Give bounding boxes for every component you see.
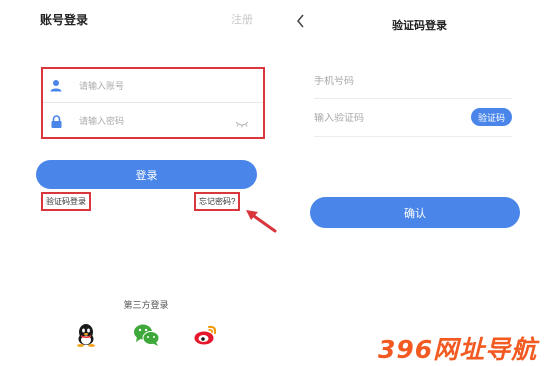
account-input[interactable]: [79, 80, 219, 91]
weibo-icon[interactable]: [193, 322, 219, 348]
code-row: 验证码: [314, 100, 512, 137]
account-row: [43, 69, 263, 103]
phone-input[interactable]: [314, 76, 454, 87]
password-input[interactable]: [79, 116, 219, 126]
account-login-panel: 账号登录 注册 请输入账号 登录 验证码登录 忘记密码? 第三方登录: [0, 0, 278, 366]
page-title: 验证码登录: [392, 20, 447, 32]
qq-icon[interactable]: [73, 322, 99, 348]
sms-login-panel: 验证码登录 验证码 确认: [278, 0, 557, 366]
sms-login-link[interactable]: 验证码登录: [41, 192, 91, 211]
verification-code-input[interactable]: [314, 112, 454, 124]
register-link[interactable]: 注册: [231, 11, 253, 27]
wechat-icon[interactable]: [133, 322, 160, 348]
page-title: 账号登录: [40, 13, 89, 27]
confirm-button[interactable]: 确认: [310, 197, 520, 228]
forgot-password-link[interactable]: 忘记密码?: [194, 192, 241, 211]
credentials-highlight-box: [41, 67, 265, 139]
login-button[interactable]: 登录: [36, 160, 257, 189]
site-watermark: 396网址导航: [378, 335, 538, 364]
third-party-login-title: 第三方登录: [123, 300, 169, 310]
lock-icon: [48, 113, 64, 129]
phone-row: [314, 65, 512, 99]
user-icon: [48, 78, 64, 94]
get-code-button[interactable]: 验证码: [470, 108, 512, 126]
password-row: [43, 104, 263, 138]
arrow-indicator-icon: [246, 210, 277, 233]
eye-closed-icon[interactable]: [235, 116, 249, 128]
